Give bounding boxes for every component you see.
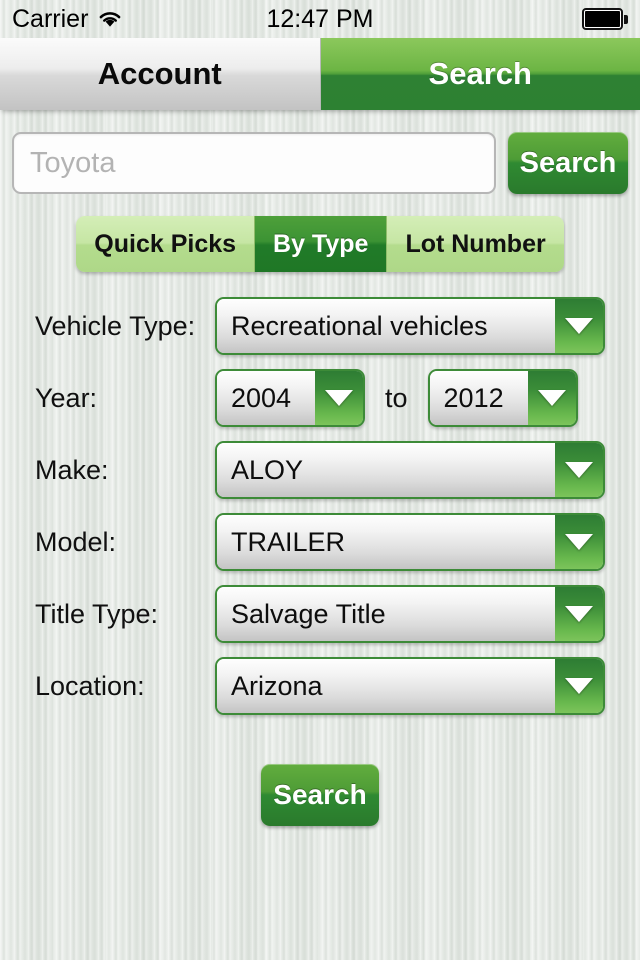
control-area-location: Arizona: [215, 657, 605, 715]
segment-quick-picks-label: Quick Picks: [94, 229, 237, 258]
search-form: Vehicle Type: Recreational vehicles Year…: [0, 272, 640, 722]
label-make: Make:: [35, 454, 109, 485]
battery-full-icon: [582, 8, 628, 30]
search-button-top[interactable]: Search: [508, 132, 628, 194]
dropdown-title-type[interactable]: Salvage Title: [215, 585, 605, 643]
tab-bar: Account Search: [0, 38, 640, 110]
chevron-down-icon: [527, 371, 576, 425]
row-location: Location: Arizona: [0, 650, 640, 722]
dropdown-vehicle-type-value: Recreational vehicles: [217, 299, 555, 353]
dropdown-model-value: TRAILER: [217, 515, 555, 569]
submit-wrap: Search: [0, 722, 640, 826]
status-bar-time: 12:47 PM: [266, 4, 374, 33]
chevron-down-icon: [555, 587, 603, 641]
search-input[interactable]: [12, 132, 496, 194]
row-model: Model: TRAILER: [0, 506, 640, 578]
row-vehicle-type: Vehicle Type: Recreational vehicles: [0, 290, 640, 362]
control-area-year: 2004 to 2012: [215, 369, 578, 427]
row-make: Make: ALOY: [0, 434, 640, 506]
dropdown-location-value: Arizona: [217, 659, 555, 713]
control-area-model: TRAILER: [215, 513, 605, 571]
chevron-down-icon: [555, 659, 603, 713]
chevron-down-icon: [555, 443, 603, 497]
segment-by-type-label: By Type: [273, 229, 369, 258]
label-location: Location:: [35, 670, 145, 701]
dropdown-make-value: ALOY: [217, 443, 555, 497]
control-area-vehicle-type: Recreational vehicles: [215, 297, 605, 355]
dropdown-make[interactable]: ALOY: [215, 441, 605, 499]
row-year: Year: 2004 to 2012: [0, 362, 640, 434]
control-area-make: ALOY: [215, 441, 605, 499]
dropdown-year-from[interactable]: 2004: [215, 369, 365, 427]
dropdown-location[interactable]: Arizona: [215, 657, 605, 715]
label-model: Model:: [35, 526, 117, 557]
chevron-down-icon: [555, 515, 603, 569]
year-range-separator: to: [385, 382, 408, 413]
control-area-title-type: Salvage Title: [215, 585, 605, 643]
dropdown-year-to-value: 2012: [429, 371, 528, 425]
row-title-type: Title Type: Salvage Title: [0, 578, 640, 650]
chevron-down-icon: [555, 299, 603, 353]
status-bar-right: [582, 8, 628, 30]
label-title-type: Title Type:: [35, 598, 159, 629]
dropdown-year-from-value: 2004: [217, 371, 315, 425]
label-year: Year:: [35, 382, 98, 413]
segmented-control-wrap: Quick Picks By Type Lot Number: [0, 194, 640, 272]
tab-account-label: Account: [97, 56, 222, 91]
label-vehicle-type: Vehicle Type:: [35, 310, 196, 341]
segment-by-type[interactable]: By Type: [255, 216, 388, 272]
search-submit-button[interactable]: Search: [261, 764, 379, 826]
dropdown-vehicle-type[interactable]: Recreational vehicles: [215, 297, 605, 355]
tab-search-label: Search: [428, 56, 532, 91]
segment-lot-number[interactable]: Lot Number: [387, 216, 564, 272]
tab-account[interactable]: Account: [0, 38, 321, 110]
segment-quick-picks[interactable]: Quick Picks: [76, 216, 256, 272]
status-bar: Carrier 12:47 PM: [0, 0, 640, 38]
segment-lot-number-label: Lot Number: [405, 229, 546, 258]
dropdown-model[interactable]: TRAILER: [215, 513, 605, 571]
segmented-control: Quick Picks By Type Lot Number: [76, 216, 564, 272]
chevron-down-icon: [315, 371, 363, 425]
tab-search[interactable]: Search: [320, 38, 640, 110]
dropdown-year-to[interactable]: 2012: [427, 369, 578, 427]
dropdown-title-type-value: Salvage Title: [217, 587, 555, 641]
keyword-search-row: Search: [0, 110, 640, 194]
